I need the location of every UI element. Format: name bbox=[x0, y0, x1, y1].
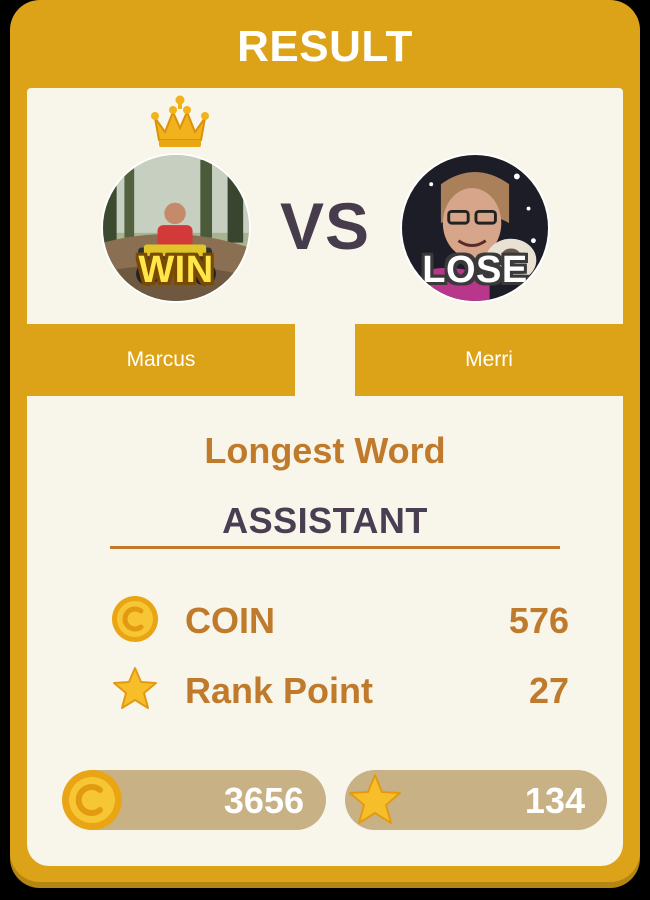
result-card: RESULT WIN VS LOSE Marcus Merri Longest … bbox=[10, 0, 640, 888]
rank-reward-row: Rank Point 27 bbox=[27, 660, 623, 720]
star-icon bbox=[349, 774, 401, 824]
star-icon bbox=[113, 667, 157, 709]
coin-icon bbox=[112, 596, 158, 642]
longest-word-value: ASSISTANT bbox=[222, 500, 428, 541]
winner-name-plate: Marcus bbox=[27, 324, 295, 396]
coin-reward-label: COIN bbox=[185, 600, 275, 641]
result-panel: WIN VS LOSE Marcus Merri Longest Word AS… bbox=[27, 88, 623, 866]
rank-reward-label: Rank Point bbox=[185, 670, 374, 711]
loser-name: Merri bbox=[465, 348, 513, 371]
lose-badge: LOSE bbox=[422, 249, 528, 291]
winner-avatar[interactable]: WIN bbox=[101, 153, 251, 303]
win-badge: WIN bbox=[138, 249, 214, 291]
result-title: RESULT bbox=[237, 22, 413, 71]
loser-name-plate: Merri bbox=[355, 324, 623, 396]
versus-label: VS bbox=[279, 189, 371, 263]
loser-avatar[interactable]: LOSE bbox=[400, 153, 550, 303]
divider bbox=[110, 546, 560, 549]
crown-icon bbox=[151, 95, 209, 147]
total-stars-pill: 134 bbox=[345, 770, 607, 830]
winner-name: Marcus bbox=[126, 348, 196, 371]
total-coins-value: 3656 bbox=[223, 780, 304, 821]
total-stars-value: 134 bbox=[524, 780, 585, 821]
coin-icon bbox=[62, 770, 122, 830]
rank-reward-value: 27 bbox=[528, 670, 569, 711]
longest-word-label: Longest Word bbox=[204, 430, 446, 471]
coin-reward-value: 576 bbox=[508, 600, 569, 641]
coin-reward-row: COIN 576 bbox=[27, 590, 623, 650]
total-coins-pill: 3656 bbox=[62, 770, 326, 830]
